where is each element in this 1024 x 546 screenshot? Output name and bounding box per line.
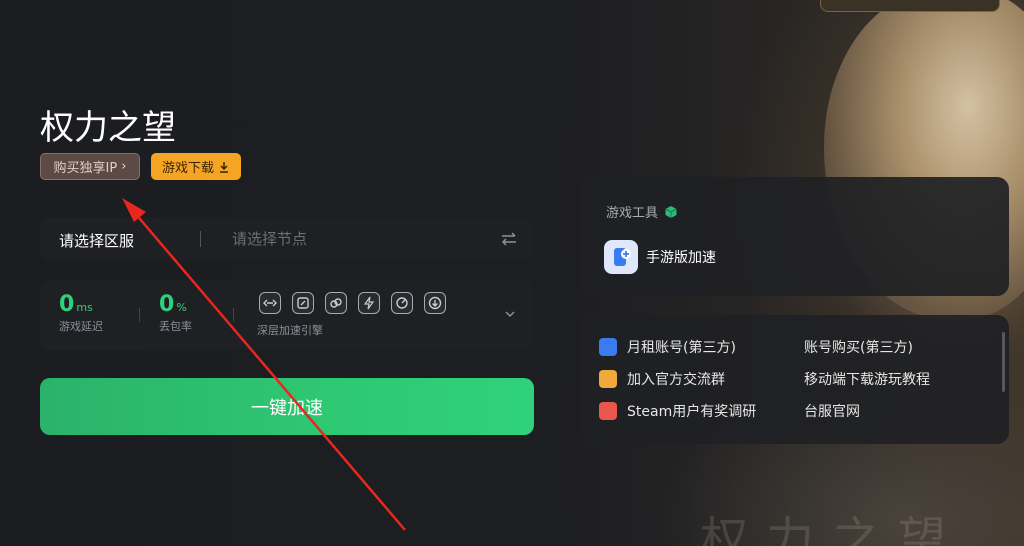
annotation-arrow — [122, 198, 406, 531]
